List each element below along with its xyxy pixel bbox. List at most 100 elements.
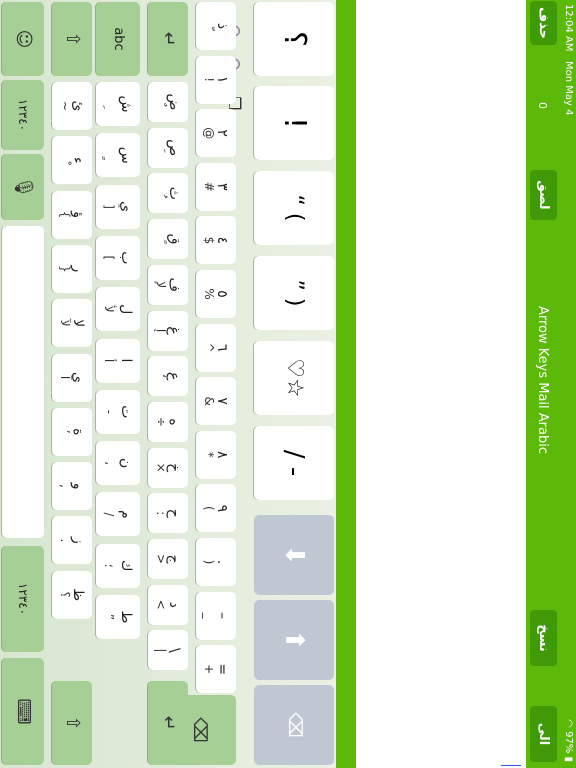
hide-keyboard-key[interactable]: ⌨ [2, 658, 44, 765]
enter-key-right[interactable]: ↵ [148, 681, 188, 765]
key[interactable]: ! ١ [196, 55, 236, 104]
key-main-label: ٩ [214, 504, 230, 513]
status-bar-left: 12:04 AM Mon May 4 [563, 4, 574, 116]
key[interactable]: ُث [148, 173, 188, 214]
key[interactable]: ٍس [96, 133, 140, 178]
shift-key-left[interactable]: ⇧ [52, 2, 92, 76]
delete-button[interactable]: حذف [530, 1, 557, 45]
key[interactable]: × خ [148, 447, 188, 488]
key[interactable]: {ؤ [52, 190, 92, 239]
key-main-label: ه [166, 418, 182, 426]
numbers-key-right[interactable]: ١٢٣٤٠ [2, 546, 44, 652]
wifi-icon: ◠ [563, 719, 574, 728]
key-main-label: خ [166, 463, 182, 473]
backspace-key-top[interactable]: ⌫ [254, 685, 334, 765]
key[interactable]: ِش [96, 82, 140, 126]
key[interactable]: ” ط [96, 595, 140, 639]
key[interactable]: .ز [52, 516, 92, 565]
key[interactable]: ٌض [148, 82, 188, 122]
key-main-label: ج [166, 554, 182, 564]
key-main-label: ص [166, 139, 182, 157]
key-main-label: لا [70, 319, 86, 328]
key[interactable]: ، ن [96, 441, 140, 486]
key[interactable]: لأ ل [96, 287, 140, 332]
key[interactable]: > ج [148, 539, 188, 579]
key[interactable]: _ – [196, 591, 236, 640]
key[interactable]: | \ [148, 630, 188, 671]
key[interactable]: + = [196, 645, 236, 694]
emoji-key[interactable]: ☺ [2, 2, 44, 76]
key-alt-label: ” [102, 613, 116, 621]
key[interactable]: لإ ف [148, 264, 188, 305]
key-main-label: م [118, 510, 134, 519]
paste-button[interactable]: لصق [530, 170, 557, 220]
key[interactable]: إغ [148, 310, 188, 351]
arrow-right-key[interactable]: ⬆ [254, 600, 334, 680]
backspace-icon: ⌫ [189, 717, 210, 743]
key[interactable]: ًق [148, 219, 188, 260]
key[interactable]: ] ي [96, 184, 140, 229]
key[interactable]: ÷ ه [148, 401, 188, 442]
key[interactable]: ّذ [196, 2, 236, 50]
dictation-key[interactable]: 🎙 [2, 154, 44, 220]
key[interactable]: ~ ئ [52, 82, 92, 130]
key-main-label: ٤ [214, 236, 230, 245]
key[interactable]: ؟ ظ [52, 570, 92, 619]
key-open-paren[interactable]: “ ( [254, 171, 334, 245]
arrow-left-key[interactable]: ⬇ [254, 515, 334, 595]
key[interactable]: ,و [52, 462, 92, 511]
key[interactable]: * ٨ [196, 430, 236, 479]
enter-key-left[interactable]: ↵ [148, 2, 188, 76]
key[interactable]: } ر [52, 244, 92, 293]
key-alt-label: ] [102, 204, 116, 209]
key[interactable]: :ح [148, 493, 188, 534]
space-bar[interactable] [2, 226, 44, 538]
top-toolbar: 12:04 AM Mon May 4 ◠ 97% ▮ حذف 0 لصق Arr… [509, 0, 576, 768]
key[interactable]: ). [196, 538, 236, 586]
key-main-label: غ [166, 326, 182, 335]
key-question[interactable]: ؟ [254, 2, 334, 76]
key[interactable]: #٣ [196, 162, 236, 211]
copy-button[interactable]: نسخ [530, 610, 557, 666]
abc-key[interactable]: abc [96, 2, 140, 76]
key-main-label: ف [166, 277, 182, 293]
key-heart-star[interactable]: ♡☆ [254, 341, 334, 415]
key[interactable]: ‘ع [148, 356, 188, 397]
key[interactable]: ْء [52, 136, 92, 185]
key-close-paren[interactable]: ” ) [254, 256, 334, 330]
key-main-label: . [214, 559, 230, 565]
shift-key-right[interactable]: ⇧ [52, 681, 92, 765]
key[interactable]: @٢ [196, 109, 236, 158]
key[interactable]: & ٧ [196, 377, 236, 426]
key-slash-dash[interactable]: / - [254, 426, 334, 500]
text-editor[interactable] [356, 0, 526, 768]
key[interactable]: % ٥ [196, 270, 236, 318]
key[interactable]: ^ ٦ [196, 323, 236, 372]
return-icon: ↵ [158, 31, 179, 47]
key[interactable]: ؛ ك [96, 543, 140, 588]
key-main-label: ث [166, 186, 182, 200]
key-main-label: ر [70, 265, 86, 273]
keyboard-icon: ⌨ [13, 698, 34, 725]
key-exclaim[interactable]: ! [254, 86, 334, 160]
key[interactable]: < د [148, 584, 188, 625]
shift-icon: ⇧ [62, 31, 83, 47]
numbers-key-left[interactable]: ١٢٣٤٠ [2, 80, 44, 150]
key[interactable]: (٩ [196, 484, 236, 533]
key[interactable]: ’ ة [52, 407, 92, 456]
key-main-label: ى [70, 372, 86, 383]
key[interactable]: لآ لا [52, 299, 92, 348]
key-main-label: ة [70, 428, 86, 436]
arrow-right-icon: ⬆ [279, 629, 309, 651]
key[interactable]: آى [52, 353, 92, 402]
key-main-label: ح [166, 508, 182, 518]
key[interactable]: $٤ [196, 216, 236, 265]
key[interactable]: [ب [96, 235, 140, 280]
key[interactable]: -ت [96, 389, 140, 434]
send-mail-button[interactable]: الى البريد [509, 706, 557, 762]
key[interactable]: / م [96, 492, 140, 537]
key[interactable]: أا [96, 338, 140, 383]
key[interactable]: َص [148, 127, 188, 168]
key-main-label: ٨ [214, 451, 230, 459]
key-main-label: س [118, 146, 134, 164]
